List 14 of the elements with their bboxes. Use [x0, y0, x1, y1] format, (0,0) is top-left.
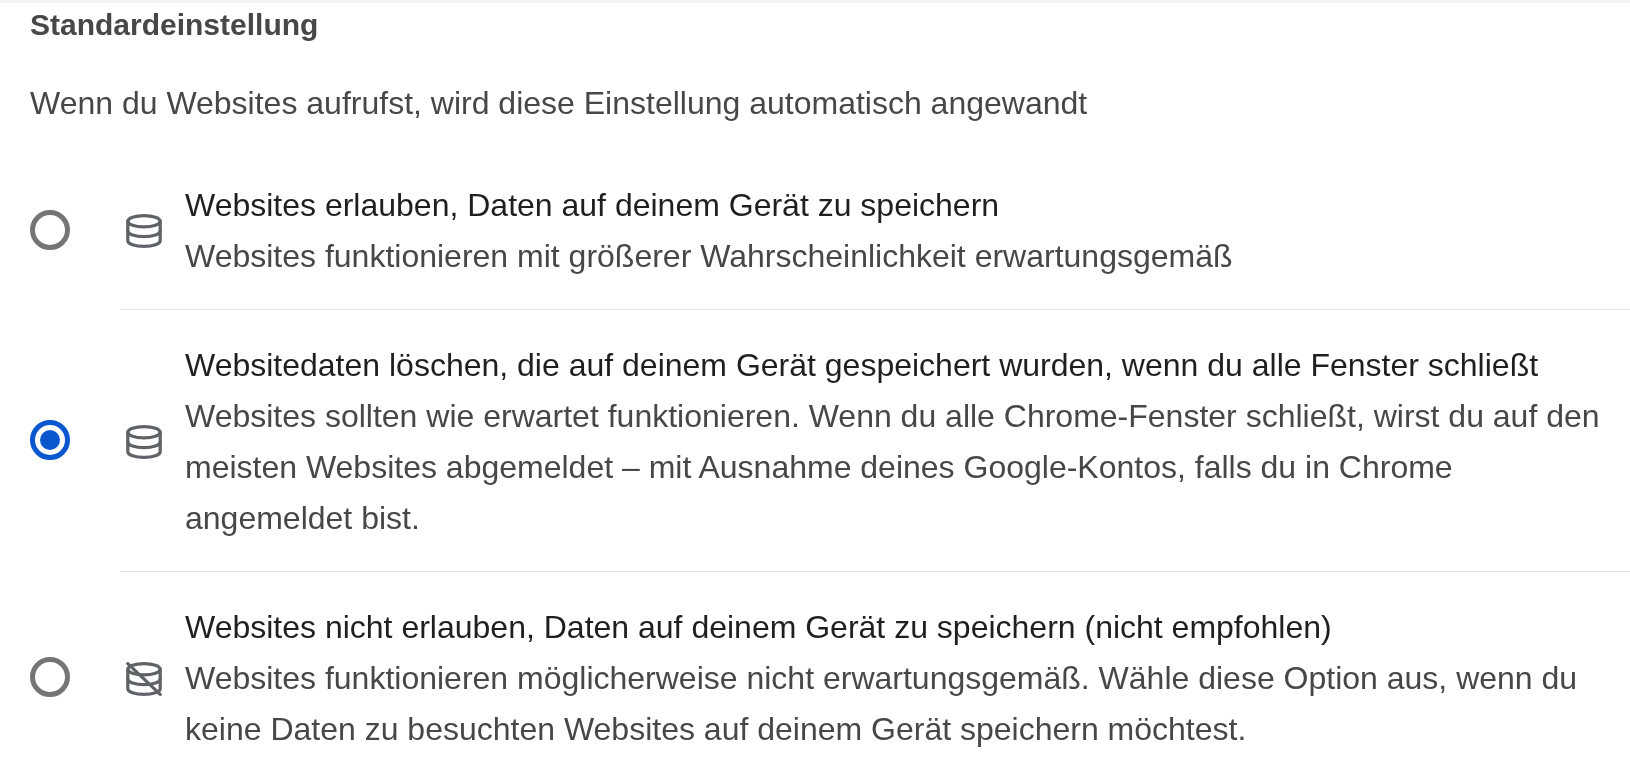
database-icon — [126, 425, 162, 459]
option-description: Websites funktionieren möglicherweise nicht erwartungsgemäß. Wähle diese Option aus, wenn du keine Daten zu besuchten Websites auf deinem Gerät speichern möchtest. — [185, 659, 1579, 749]
section-description: Wenn du Websites aufrufst, wird diese Einstellung automatisch angewandt — [30, 84, 1088, 123]
radio-button[interactable] — [30, 656, 70, 697]
database-crossed-icon — [126, 661, 162, 696]
option-title: Websitedaten löschen, die auf deinem Gerät gespeichert wurden, wenn du alle Fenster schließt — [185, 346, 1540, 385]
option-title: Websites erlauben, Daten auf deinem Gerät zu speichern — [185, 186, 1001, 225]
option-description: Websites sollten wie erwartet funktionieren. Wenn du alle Chrome-Fenster schließt, wirst du auf den meisten Websites abgemeldet – mit Ausnahme deines Google-Kontos, falls du in Chrome angemeldet bist. — [185, 397, 1601, 538]
option-title: Websites nicht erlauben, Daten auf deinem Gerät zu speichern (nicht empfohlen) — [185, 608, 1333, 647]
radio-button[interactable] — [30, 420, 70, 460]
option-description: Websites funktionieren mit größerer Wahrscheinlichkeit erwartungsgemäß — [185, 237, 1234, 276]
section-heading: Standardeinstellung — [30, 7, 319, 43]
database-icon — [126, 214, 162, 248]
radio-button[interactable] — [30, 209, 70, 250]
